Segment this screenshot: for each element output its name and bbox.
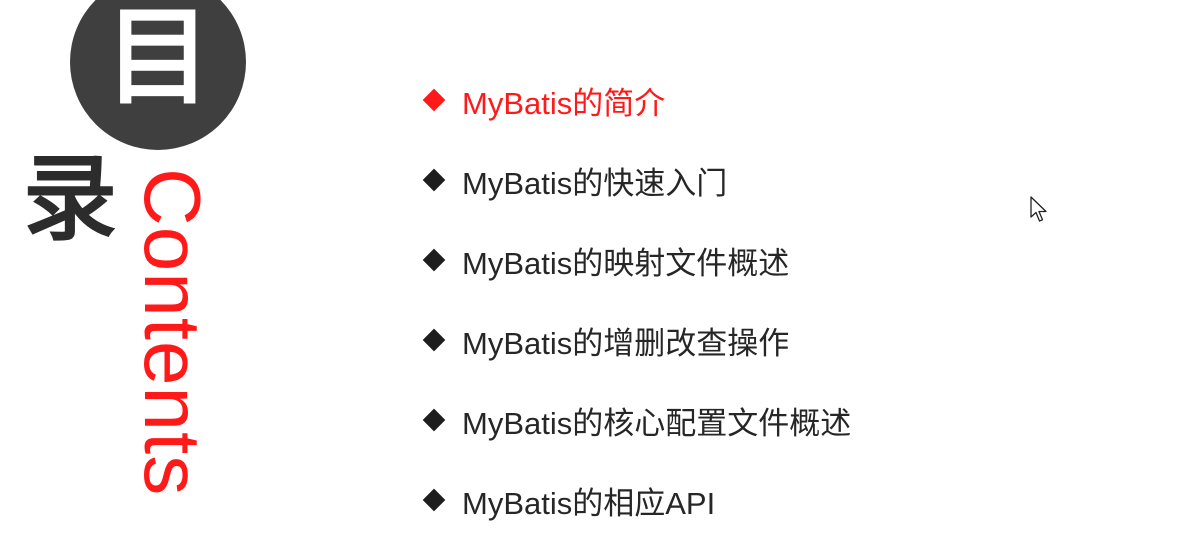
contents-item-label: MyBatis的映射文件概述: [462, 245, 790, 281]
contents-item-label: MyBatis的核心配置文件概述: [462, 405, 852, 441]
contents-item-core-config[interactable]: MyBatis的核心配置文件概述: [420, 380, 851, 460]
diamond-bullet-icon: [422, 168, 446, 192]
diamond-bullet-icon: [422, 488, 446, 512]
title-char-lu: 录: [22, 145, 117, 254]
contents-item-api[interactable]: MyBatis的相应API: [420, 460, 851, 540]
mouse-pointer-icon: [1030, 196, 1047, 222]
contents-list: MyBatis的简介 MyBatis的快速入门 MyBatis的映射文件概述 M…: [420, 60, 851, 540]
diamond-bullet-icon: [422, 408, 446, 432]
contents-item-intro[interactable]: MyBatis的简介: [420, 60, 851, 140]
contents-item-label: MyBatis的增删改查操作: [462, 325, 790, 361]
contents-item-crud[interactable]: MyBatis的增删改查操作: [420, 300, 851, 380]
diamond-bullet-icon: [422, 328, 446, 352]
slide: 目 录 Contents MyBatis的简介 MyBatis的快速入门 MyB…: [0, 0, 1181, 521]
diamond-bullet-icon: [422, 88, 446, 112]
contents-item-label: MyBatis的简介: [462, 85, 666, 121]
title-char-mu: 目: [105, 0, 211, 119]
contents-vertical-label: Contents: [128, 168, 217, 497]
contents-item-label: MyBatis的快速入门: [462, 165, 728, 201]
contents-item-mapper-overview[interactable]: MyBatis的映射文件概述: [420, 220, 851, 300]
contents-item-quick-start[interactable]: MyBatis的快速入门: [420, 140, 851, 220]
diamond-bullet-icon: [422, 248, 446, 272]
contents-item-label: MyBatis的相应API: [462, 485, 716, 521]
